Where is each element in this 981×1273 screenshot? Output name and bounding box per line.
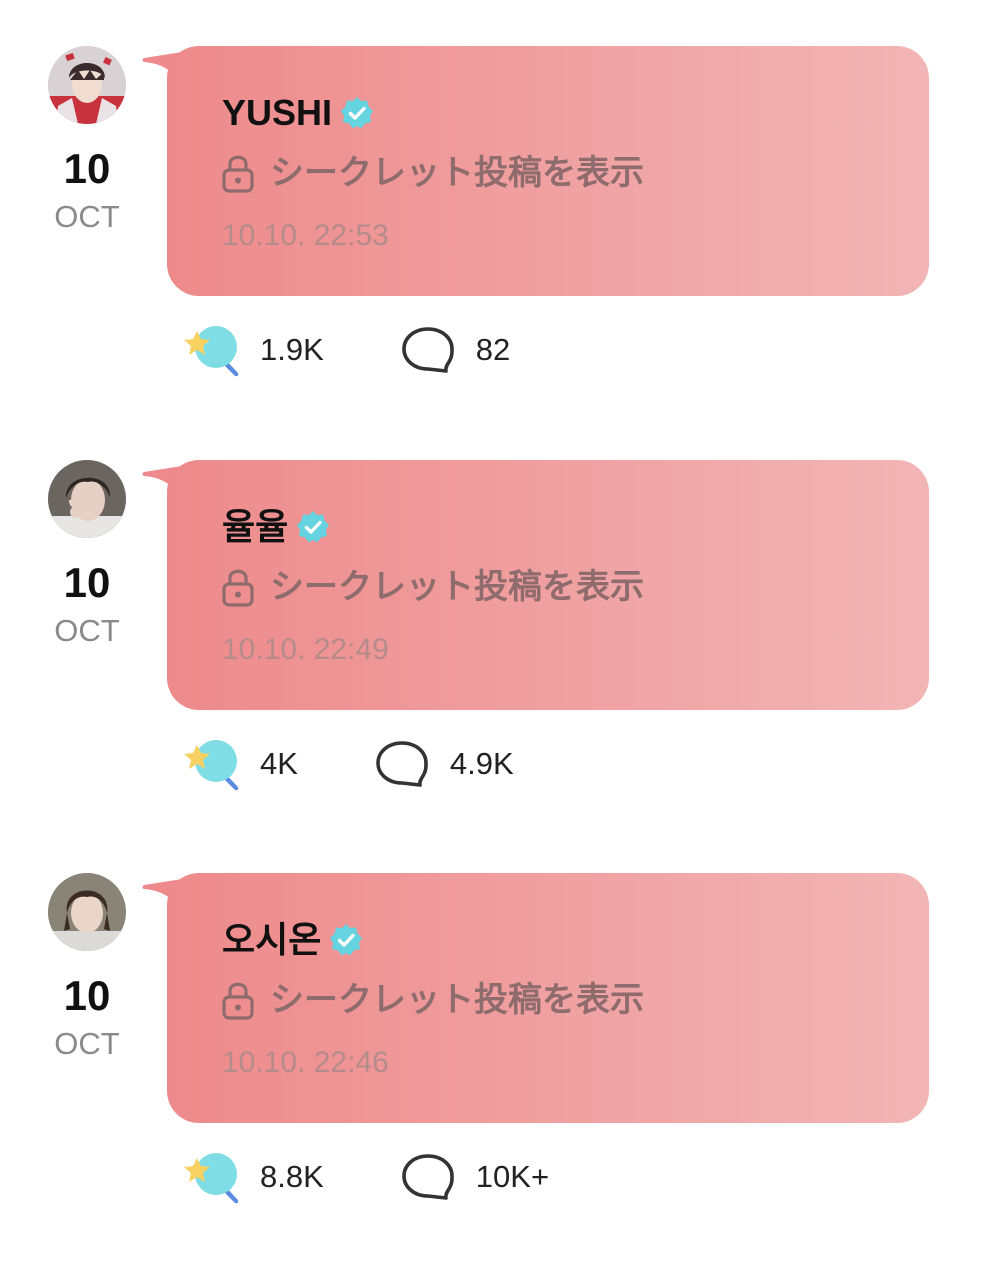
secret-post-label: シークレット投稿を表示 [270, 568, 644, 606]
lock-icon [222, 982, 254, 1020]
avatar-photo [48, 46, 126, 124]
avatar-photo [48, 873, 126, 951]
date-month: OCT [54, 613, 120, 648]
author-row[interactable]: 오시온 [222, 915, 363, 965]
date-day: 10 [63, 559, 111, 606]
date-month: OCT [54, 1026, 120, 1061]
post-stats: 1.9K 82 [178, 318, 510, 382]
like-count: 1.9K [260, 332, 324, 367]
comment-count: 82 [475, 332, 511, 367]
secret-post-label: シークレット投稿を表示 [270, 154, 644, 192]
verified-badge-icon [330, 924, 363, 956]
avatar[interactable] [48, 873, 126, 951]
post-timestamp: 10.10. 22:49 [222, 633, 389, 666]
author-name[interactable]: 율율 [222, 505, 288, 549]
post-card[interactable]: 10 OCT 오시온 シークレット投稿を表示 10.10. 22:46 8.8K… [0, 873, 981, 1273]
date-day: 10 [63, 145, 111, 192]
author-row[interactable]: YUSHI [222, 88, 374, 138]
post-stats: 8.8K 10K+ [178, 1145, 549, 1209]
author-name[interactable]: 오시온 [222, 918, 321, 962]
avatar[interactable] [48, 46, 126, 124]
comment-bubble-icon[interactable] [374, 738, 430, 790]
like-count: 8.8K [260, 1159, 324, 1194]
secret-post-button[interactable]: シークレット投稿を表示 [220, 564, 644, 610]
secret-post-label: シークレット投稿を表示 [270, 981, 644, 1019]
bubble-tail [142, 466, 182, 512]
comment-bubble-icon[interactable] [400, 324, 456, 376]
post-stats: 4K 4.9K [178, 732, 514, 796]
verified-badge-icon [341, 97, 374, 129]
lock-icon [222, 569, 254, 607]
wand-star-like-icon[interactable] [178, 317, 244, 383]
verified-badge-icon [297, 511, 330, 543]
comment-count: 4.9K [449, 746, 514, 781]
date-day: 10 [63, 972, 111, 1019]
date-month: OCT [54, 199, 120, 234]
comment-bubble-icon[interactable] [400, 1151, 456, 1203]
secret-post-button[interactable]: シークレット投稿を表示 [220, 150, 644, 196]
wand-star-like-icon[interactable] [178, 1144, 244, 1210]
post-card[interactable]: 10 OCT YUSHI シークレット投稿を表示 10.10. 22:53 1.… [0, 46, 981, 446]
post-timestamp: 10.10. 22:53 [222, 219, 389, 252]
post-timestamp: 10.10. 22:46 [222, 1046, 389, 1079]
bubble-tail [142, 52, 182, 98]
wand-star-like-icon[interactable] [178, 731, 244, 797]
author-row[interactable]: 율율 [222, 502, 330, 552]
author-name[interactable]: YUSHI [222, 91, 332, 135]
secret-post-button[interactable]: シークレット投稿を表示 [220, 977, 644, 1023]
avatar-photo [48, 460, 126, 538]
like-count: 4K [260, 746, 298, 781]
comment-count: 10K+ [475, 1159, 550, 1194]
post-card[interactable]: 10 OCT 율율 シークレット投稿を表示 10.10. 22:49 4K 4.… [0, 460, 981, 860]
lock-icon [222, 155, 254, 193]
avatar[interactable] [48, 460, 126, 538]
bubble-tail [142, 879, 182, 925]
